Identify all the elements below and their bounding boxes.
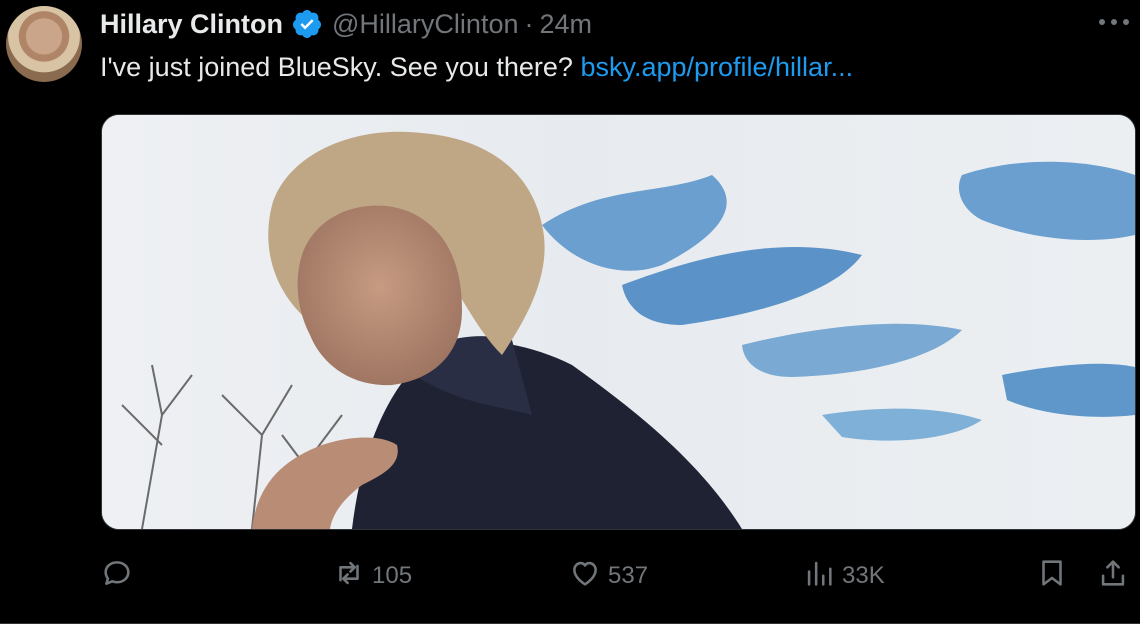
reply-button[interactable] <box>100 556 134 596</box>
like-count: 537 <box>608 562 649 589</box>
separator-dot: · <box>524 8 534 39</box>
views-icon <box>802 556 836 597</box>
tweet-text: I've just joined BlueSky. See you there?… <box>100 52 853 83</box>
retweet-count: 105 <box>372 562 413 589</box>
views-count: 33K <box>842 562 885 589</box>
verified-badge-icon[interactable] <box>291 8 323 40</box>
timestamp[interactable]: 24m <box>539 9 592 40</box>
retweet-icon <box>332 556 366 597</box>
share-icon <box>1096 556 1130 597</box>
more-options-icon[interactable] <box>1096 8 1132 36</box>
bookmark-button[interactable] <box>1035 556 1069 596</box>
author-name[interactable]: Hillary Clinton <box>100 9 283 40</box>
photo-illustration <box>102 115 1135 529</box>
views-button[interactable]: 33K <box>802 556 885 596</box>
avatar[interactable] <box>6 6 82 82</box>
heart-icon <box>568 556 602 597</box>
tweet-link[interactable]: bsky.app/profile/hillar... <box>580 52 853 82</box>
tweet-actions: 105 537 33K <box>100 556 1140 596</box>
bookmark-icon <box>1035 556 1069 597</box>
tweet-media-photo[interactable] <box>101 114 1136 530</box>
retweet-button[interactable]: 105 <box>332 556 412 596</box>
share-button[interactable] <box>1096 556 1130 596</box>
like-button[interactable]: 537 <box>568 556 648 596</box>
tweet-body: I've just joined BlueSky. See you there? <box>100 52 581 82</box>
reply-icon <box>100 556 134 597</box>
author-handle[interactable]: @HillaryClinton <box>332 9 518 40</box>
tweet-header: Hillary Clinton @HillaryClinton · 24m <box>100 6 1140 42</box>
